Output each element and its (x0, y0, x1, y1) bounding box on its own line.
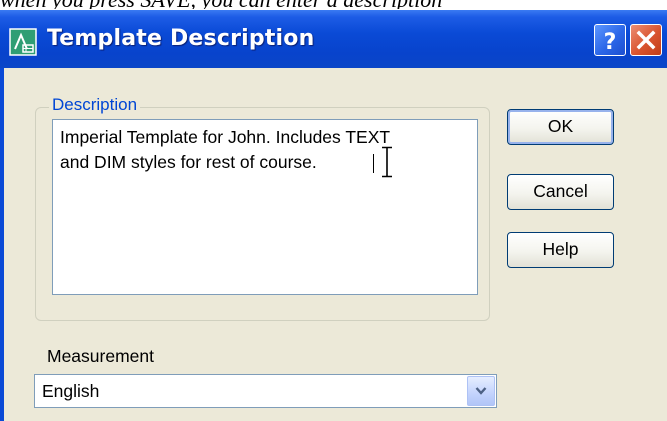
description-line: and DIM styles for rest of course. (60, 152, 317, 172)
ibeam-cursor-icon (382, 146, 392, 178)
chevron-down-icon (475, 387, 487, 395)
help-button[interactable]: Help (507, 232, 614, 268)
description-group-label: Description (49, 95, 141, 115)
window-title: Template Description (47, 26, 315, 51)
cancel-button[interactable]: Cancel (507, 174, 614, 210)
title-help-button[interactable]: ? (594, 24, 626, 56)
ok-button[interactable]: OK (507, 109, 614, 145)
close-button[interactable] (630, 24, 662, 56)
question-mark-icon: ? (604, 30, 617, 55)
measurement-label: Measurement (47, 346, 154, 366)
title-bar[interactable]: Template Description ? (0, 10, 667, 68)
template-description-dialog: Template Description ? Description Imper… (0, 10, 667, 421)
measurement-selected-value: English (42, 381, 100, 401)
close-x-icon (636, 30, 656, 50)
dropdown-arrow-button[interactable] (467, 376, 495, 406)
description-line: Imperial Template for John. Includes TEX… (60, 127, 391, 147)
measurement-select[interactable]: English (34, 374, 497, 408)
svg-text:?: ? (604, 30, 617, 55)
dialog-client-area: Description Imperial Template for John. … (4, 68, 667, 421)
description-textarea[interactable]: Imperial Template for John. Includes TEX… (52, 119, 478, 295)
template-app-icon (9, 28, 37, 56)
document-text-fragment: when you press SAVE, you can enter a des… (0, 0, 667, 9)
text-caret (373, 154, 374, 173)
